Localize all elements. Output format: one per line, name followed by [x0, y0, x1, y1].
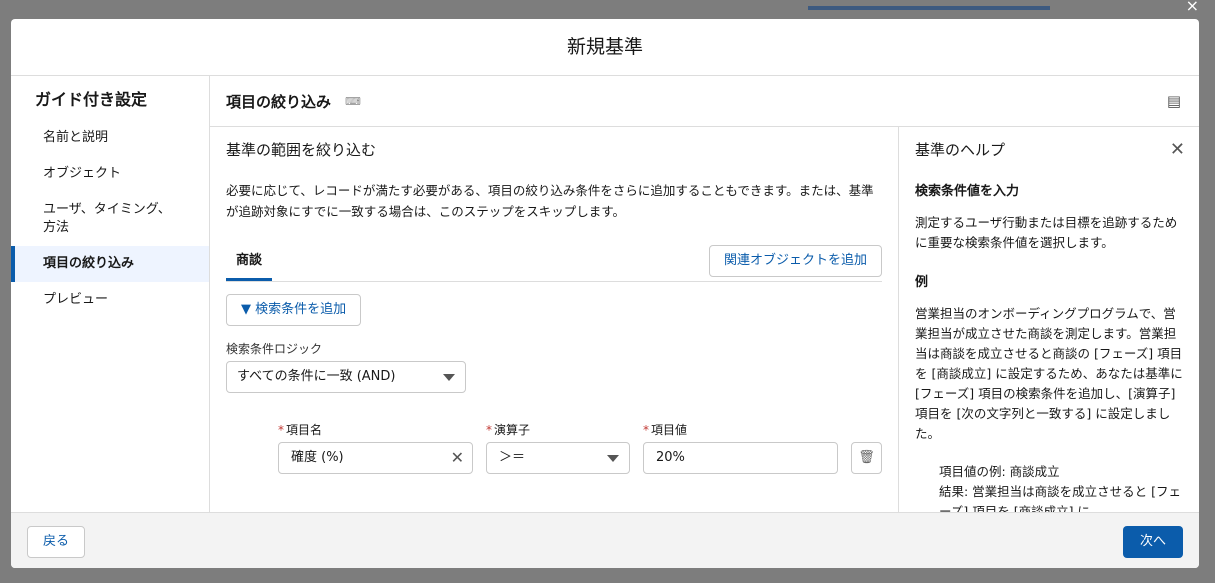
panel-icon[interactable]: ▤ — [1167, 92, 1181, 110]
sidebar-item-field-filter[interactable]: 項目の絞り込み — [11, 246, 209, 282]
clear-icon[interactable]: ✕ — [451, 443, 464, 473]
add-filter-button[interactable]: ▼ 検索条件を追加 — [226, 294, 362, 326]
sidebar-item-object[interactable]: オブジェクト — [11, 156, 209, 192]
help-heading: 検索条件値を入力 — [915, 184, 1020, 199]
sidebar-item-preview[interactable]: プレビュー — [11, 282, 209, 318]
example-heading: 例 — [915, 275, 929, 290]
close-help-icon[interactable]: ✕ — [1170, 139, 1185, 160]
field-value-text: 確度 (%) — [291, 450, 344, 465]
value-input[interactable]: 20% — [643, 442, 838, 474]
chevron-down-icon — [607, 455, 619, 462]
operator-select[interactable]: ＞＝ — [486, 442, 630, 474]
add-related-object-button[interactable]: 関連オブジェクトを追加 — [708, 245, 882, 277]
operator-label: 演算子 — [494, 423, 531, 437]
example-text: 営業担当のオンボーディングプログラムで、営業担当が成立させた商談を測定します。営… — [915, 306, 1183, 441]
back-button[interactable]: 戻る — [27, 526, 86, 558]
keyboard-icon: ⌨ — [345, 94, 361, 108]
guided-setup-sidebar: ガイド付き設定 名前と説明 オブジェクト ユーザ、タイミング、方法 項目の絞り込… — [11, 76, 210, 512]
example-value: 項目値の例: 商談成立 — [939, 464, 1060, 479]
tab-opportunity[interactable]: 商談 — [226, 249, 273, 281]
field-name-input[interactable]: 確度 (%) ✕ — [278, 442, 473, 474]
new-criteria-modal: 新規基準 ガイド付き設定 名前と説明 オブジェクト ユーザ、タイミング、方法 項… — [11, 19, 1199, 568]
content-heading: 基準の範囲を絞り込む — [226, 141, 377, 159]
sidebar-item-name[interactable]: 名前と説明 — [11, 120, 209, 156]
modal-title: 新規基準 — [11, 19, 1199, 76]
background-tab-indicator — [808, 6, 1050, 10]
logic-value: すべての条件に一致 (AND) — [237, 369, 396, 384]
operator-value: ＞＝ — [499, 450, 526, 465]
chevron-down-icon — [443, 374, 455, 381]
add-filter-label: 検索条件を追加 — [255, 302, 347, 317]
filter-logic-select[interactable]: すべての条件に一致 (AND) — [226, 361, 466, 393]
filter-icon: ▼ — [241, 302, 256, 317]
value-label: 項目値 — [651, 423, 688, 437]
close-icon[interactable]: × — [1186, 0, 1199, 15]
help-title: 基準のヘルプ — [915, 141, 1006, 159]
section-title: 項目の絞り込み — [226, 92, 332, 111]
logic-label: 検索条件ロジック — [226, 342, 323, 356]
example-result: 結果: 営業担当は商談を成立させると [フェーズ] 項目を [商談成立] に — [939, 484, 1182, 512]
trash-icon: 🗑 — [858, 450, 875, 465]
help-panel: 基準のヘルプ ✕ 検索条件値を入力 測定するユーザ行動または目標を追跡するために… — [899, 127, 1199, 512]
next-button[interactable]: 次へ — [1122, 526, 1183, 558]
delete-filter-button[interactable]: 🗑 — [851, 442, 882, 474]
help-text: 測定するユーザ行動または目標を追跡するために重要な検索条件値を選択します。 — [915, 215, 1178, 250]
description: 必要に応じて、レコードが満たす必要がある、項目の絞り込み条件をさらに追加すること… — [226, 183, 874, 219]
sidebar-item-user-timing[interactable]: ユーザ、タイミング、方法 — [11, 192, 209, 246]
field-name-label: 項目名 — [286, 423, 323, 437]
sidebar-title: ガイド付き設定 — [35, 90, 148, 109]
